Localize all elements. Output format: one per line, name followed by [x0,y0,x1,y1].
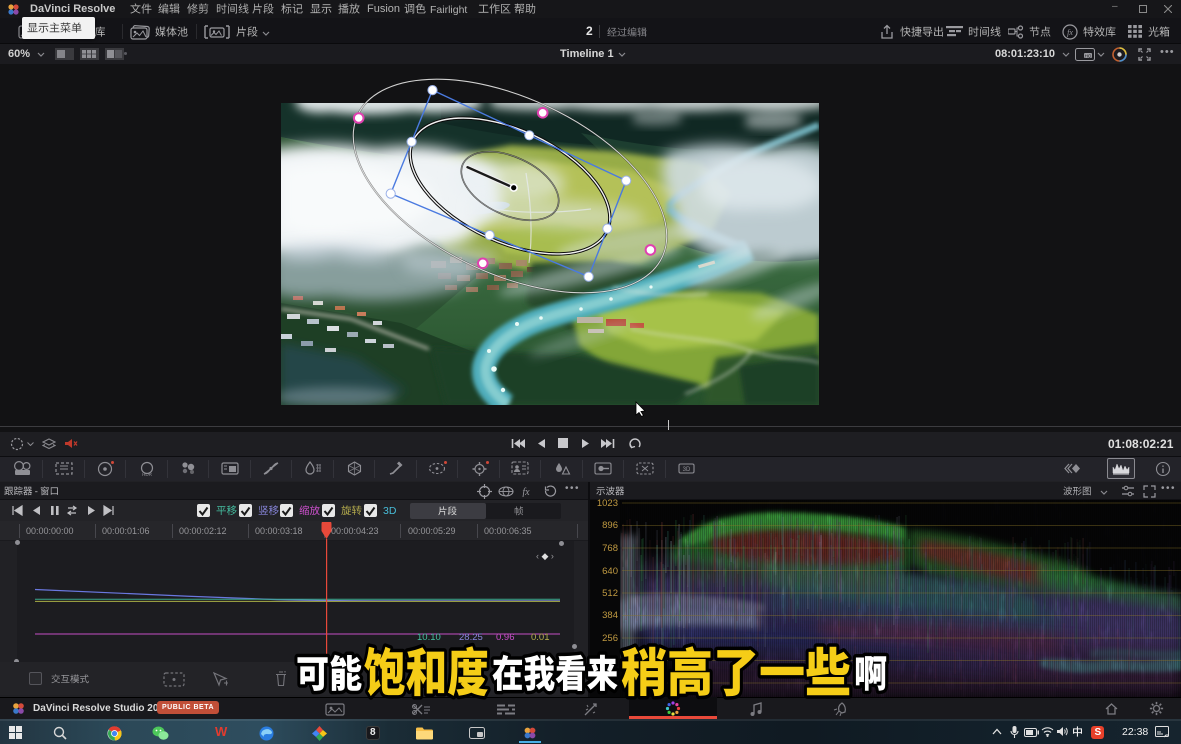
svg-text:3D: 3D [683,467,691,473]
svg-text:fx: fx [1067,28,1073,37]
svg-text:HDR: HDR [142,472,153,477]
svg-text:HQ: HQ [1085,54,1092,59]
svg-text:fx: fx [522,487,530,497]
